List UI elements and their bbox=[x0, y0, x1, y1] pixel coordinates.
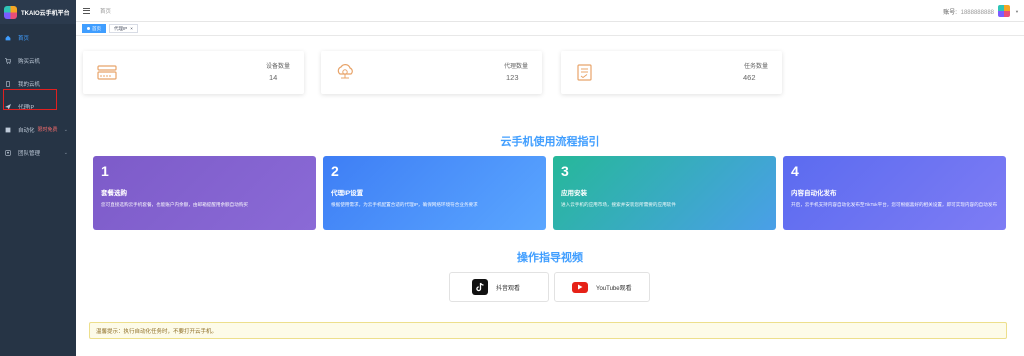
task-list-icon bbox=[577, 64, 592, 81]
stat-title: 任务数量 bbox=[743, 64, 768, 70]
cloud-network-icon bbox=[337, 64, 353, 79]
tab-label: 代理IP bbox=[114, 25, 128, 31]
chevron-down-icon: ⌄ bbox=[63, 149, 68, 156]
stat-title: 设备数量 bbox=[265, 64, 290, 70]
notice-banner: 温馨提示：执行自动化任务时，不要打开云手机。 bbox=[89, 322, 1007, 339]
step-card-1: 1 套餐选购 您可直接选购云手机套餐，也能账户内余额，由邮箱提醒用余额自动购买 bbox=[93, 156, 316, 230]
server-icon bbox=[97, 65, 117, 80]
sidebar-item-label: 自动化 bbox=[18, 127, 35, 134]
stat-card-tasks: 任务数量 462 bbox=[561, 51, 782, 94]
step-description: 进入云手机的应用市场，搜索并安装您所需要的应用软件 bbox=[561, 202, 676, 207]
stat-card-proxies: 代理数量 123 bbox=[321, 51, 542, 94]
stat-value: 123 bbox=[506, 73, 519, 82]
stat-value: 14 bbox=[269, 73, 278, 82]
sidebar-item-buy-cloud-phone[interactable]: 购买云机 bbox=[0, 49, 76, 72]
tab-home[interactable]: 首页 bbox=[82, 24, 106, 33]
stat-title: 代理数量 bbox=[503, 64, 528, 70]
active-dot-icon bbox=[87, 27, 90, 30]
step-card-4: 4 内容自动化发布 开启，云手机支持内容自动化发布至TikTok平台，您可根据喜… bbox=[783, 156, 1006, 230]
step-description: 开启，云手机支持内容自动化发布至TikTok平台，您可根据喜好的相关设置，即可实… bbox=[791, 202, 998, 207]
close-icon[interactable]: × bbox=[130, 26, 133, 31]
step-number: 2 bbox=[331, 163, 339, 179]
phone-icon bbox=[6, 80, 10, 87]
account-info: 账号: 1888888888 bbox=[943, 7, 994, 16]
brand-name: TKAIO云手机平台 bbox=[21, 10, 70, 17]
sidebar-item-label: 首页 bbox=[18, 35, 30, 42]
sidebar: TKAIO云手机平台 首页 购买云机 我的云机 代理IP 自动化 限时免费 ⌄ … bbox=[0, 0, 76, 356]
step-title: 应用安装 bbox=[561, 190, 587, 197]
step-number: 4 bbox=[791, 163, 799, 179]
tags-bar: 首页 代理IP × bbox=[76, 22, 1024, 36]
video-button-label: 抖音观看 bbox=[496, 285, 521, 292]
guide-title: 云手机使用流程指引 bbox=[500, 136, 600, 148]
caret-down-icon[interactable]: ▼ bbox=[1015, 9, 1019, 14]
highlight-box bbox=[3, 89, 57, 110]
sidebar-item-home[interactable]: 首页 bbox=[0, 26, 76, 49]
step-title: 代理IP设置 bbox=[331, 190, 364, 197]
videos-title: 操作指导视频 bbox=[517, 252, 583, 264]
youtube-icon bbox=[572, 281, 588, 293]
home-icon bbox=[5, 35, 11, 40]
sidebar-item-label: 我的云机 bbox=[18, 81, 41, 88]
sidebar-item-label: 团队管理 bbox=[18, 150, 41, 157]
tab-proxy-ip[interactable]: 代理IP × bbox=[109, 24, 138, 33]
hamburger-icon[interactable] bbox=[83, 7, 90, 14]
video-button-label: YouTube观看 bbox=[596, 285, 632, 292]
douyin-watch-button[interactable]: 抖音观看 bbox=[449, 272, 549, 302]
account-value: 1888888888 bbox=[960, 10, 994, 16]
sidebar-item-team[interactable]: 团队管理 ⌄ bbox=[0, 141, 76, 164]
notice-text: 温馨提示：执行自动化任务时，不要打开云手机。 bbox=[96, 328, 218, 335]
step-card-2: 2 代理IP设置 根据使用需求，为云手机配置合适的代理IP，确保网络环境符合业务… bbox=[323, 156, 546, 230]
step-card-3: 3 应用安装 进入云手机的应用市场，搜索并安装您所需要的应用软件 bbox=[553, 156, 776, 230]
sidebar-item-automation[interactable]: 自动化 限时免费 ⌄ bbox=[0, 118, 76, 141]
sidebar-item-label: 购买云机 bbox=[18, 58, 41, 65]
chevron-down-icon: ⌄ bbox=[63, 126, 68, 133]
brand-logo-icon bbox=[4, 5, 17, 19]
cart-icon bbox=[5, 57, 11, 64]
free-badge: 限时免费 bbox=[37, 127, 58, 133]
tiktok-icon bbox=[472, 279, 488, 295]
stat-card-devices: 设备数量 14 bbox=[83, 51, 304, 94]
team-icon bbox=[5, 149, 11, 156]
step-title: 内容自动化发布 bbox=[791, 190, 837, 197]
step-description: 您可直接选购云手机套餐，也能账户内余额，由邮箱提醒用余额自动购买 bbox=[101, 202, 249, 207]
automation-icon bbox=[5, 127, 11, 132]
step-description: 根据使用需求，为云手机配置合适的代理IP，确保网络环境符合业务要求 bbox=[331, 202, 478, 207]
breadcrumb[interactable]: 首页 bbox=[100, 7, 111, 15]
stat-value: 462 bbox=[743, 73, 756, 82]
account-label: 账号: bbox=[943, 10, 957, 16]
top-bar: 首页 账号: 1888888888 ▼ bbox=[76, 0, 1024, 22]
step-number: 3 bbox=[561, 163, 569, 179]
step-number: 1 bbox=[101, 163, 109, 179]
tab-label: 首页 bbox=[92, 25, 101, 31]
brand[interactable]: TKAIO云手机平台 bbox=[0, 0, 76, 24]
main-content: 设备数量 14 代理数量 123 任务数量 462 云手机使用流程指引 1 套餐… bbox=[76, 36, 1024, 356]
avatar[interactable] bbox=[998, 5, 1010, 17]
step-title: 套餐选购 bbox=[101, 190, 127, 197]
youtube-watch-button[interactable]: YouTube观看 bbox=[554, 272, 650, 302]
